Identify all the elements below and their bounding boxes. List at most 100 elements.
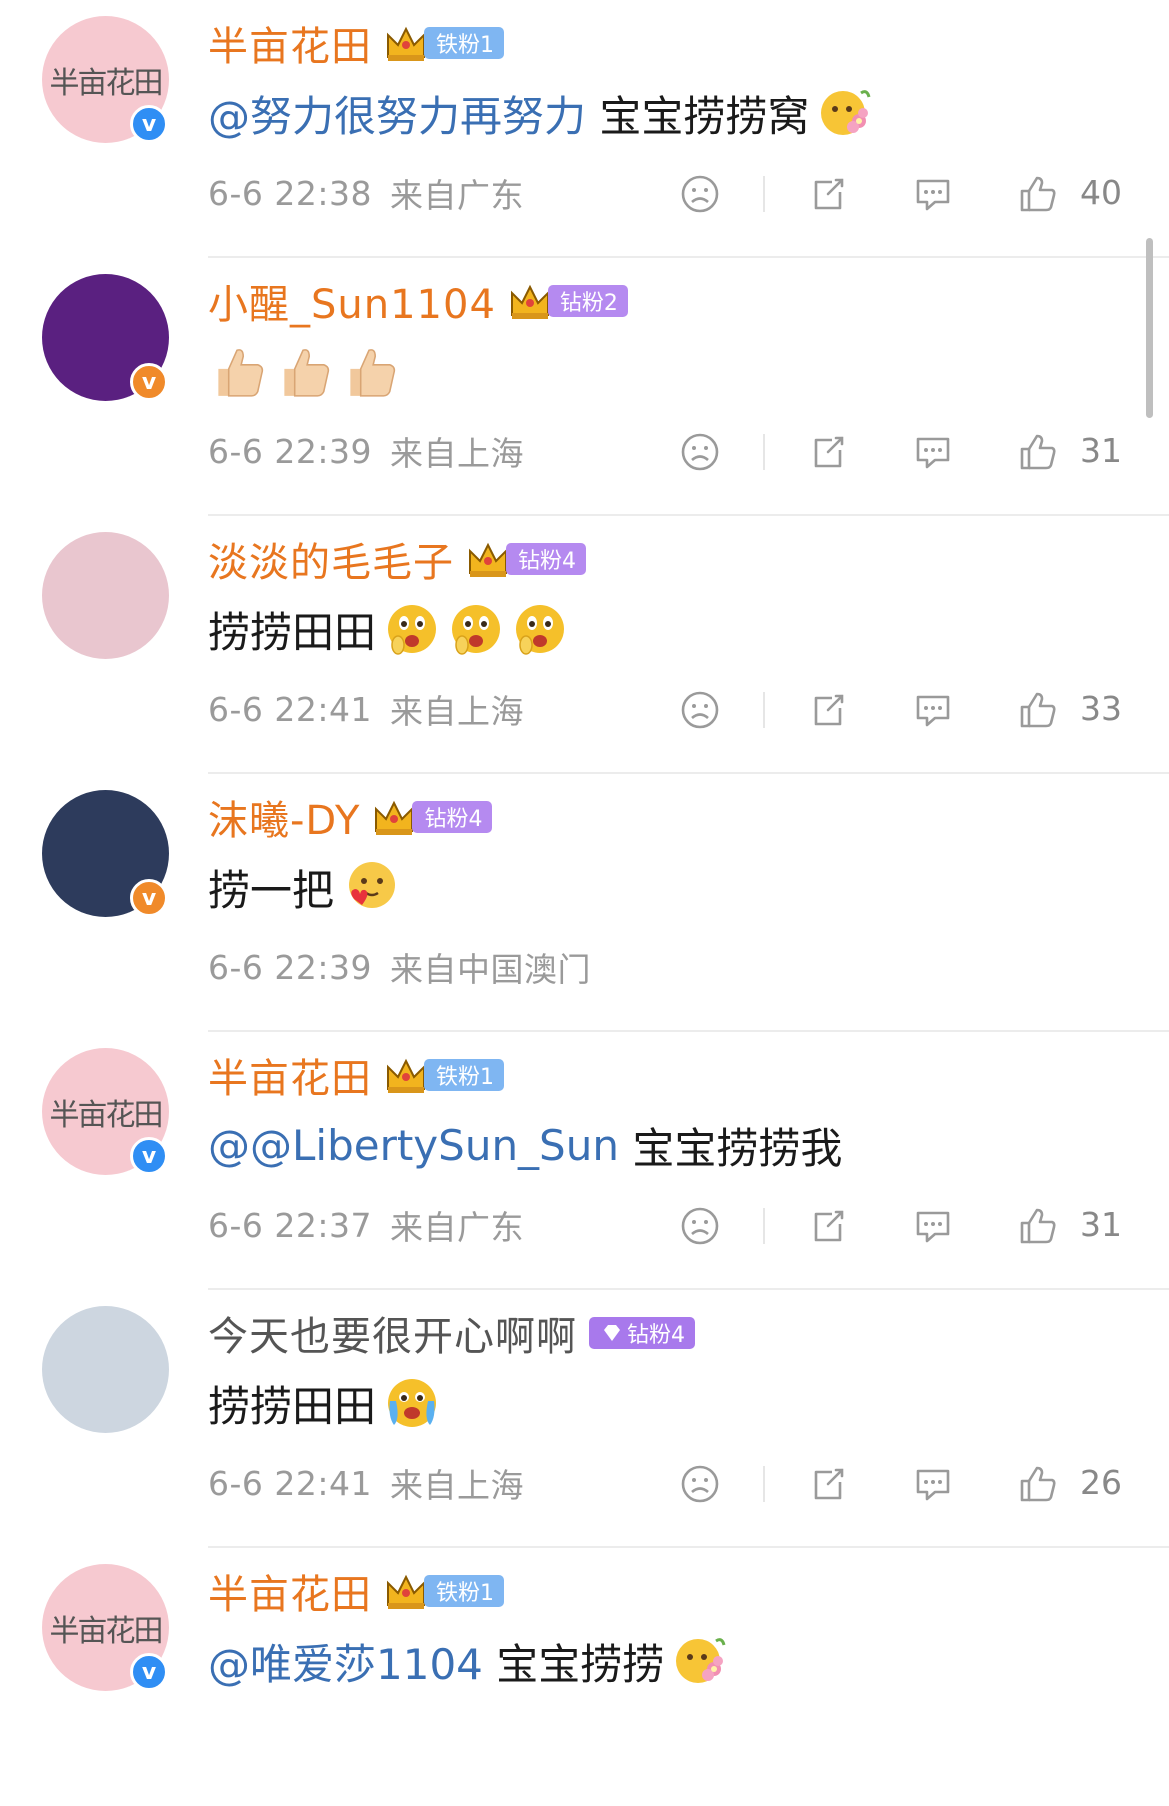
like-count: 40 xyxy=(1080,173,1122,212)
comment-item: 今天也要很开心啊啊 钻粉4 捞捞田田 6-6 22:41 来自上海 26 xyxy=(0,1290,1169,1548)
shocked-emoji xyxy=(516,605,565,655)
fan-badge-label: 钻粉4 xyxy=(424,807,483,832)
like-icon[interactable] xyxy=(1018,174,1058,214)
avatar-logo-text: 半亩花田 xyxy=(49,1613,164,1649)
fan-badge[interactable]: 铁粉1 xyxy=(424,27,504,59)
comment-body: 宝宝捞捞窝 xyxy=(586,91,810,141)
thumbs-up-emoji xyxy=(284,349,330,397)
fan-badge[interactable]: 钻粉4 xyxy=(589,1317,695,1349)
comment-actions: 40 xyxy=(0,168,1169,218)
comment-header: 淡淡的毛毛子 钻粉4 xyxy=(208,534,586,586)
fan-badge-label: 钻粉4 xyxy=(627,1323,685,1348)
shocked-emoji xyxy=(452,605,501,655)
crown-icon xyxy=(387,1574,425,1609)
comment-actions: 26 xyxy=(0,1458,1169,1508)
share-icon[interactable] xyxy=(808,432,848,472)
comment-header: 小醒_Sun1104 钻粉2 xyxy=(208,276,628,328)
avatar-logo-text: 半亩花田 xyxy=(49,1097,164,1133)
fan-badge[interactable]: 铁粉1 xyxy=(424,1575,504,1607)
mention-link[interactable]: @@LibertySun_Sun xyxy=(208,1121,619,1170)
reply-icon[interactable] xyxy=(913,1206,953,1246)
verified-badge-icon: v xyxy=(130,105,168,143)
comment-item: 半亩花田 v 半亩花田 铁粉1 @努力很努力再努力 宝宝捞捞窝 6-6 22:38 来自广东… xyxy=(0,0,1169,258)
fan-badge-label: 钻粉4 xyxy=(518,549,576,574)
comment-body: 捞捞田田 xyxy=(208,607,377,657)
flower-emoji xyxy=(676,1638,726,1683)
verified-badge-icon: v xyxy=(130,879,168,917)
fan-badge-label: 铁粉1 xyxy=(436,1065,494,1090)
divider-line xyxy=(763,176,765,212)
scrollbar[interactable] xyxy=(1146,238,1153,418)
comment-actions: 33 xyxy=(0,684,1169,734)
like-icon[interactable] xyxy=(1018,432,1058,472)
thumbs-up-emoji xyxy=(218,349,264,397)
comment-actions: 31 xyxy=(0,1200,1169,1250)
username[interactable]: 半亩花田 xyxy=(208,1562,372,1620)
dislike-icon[interactable] xyxy=(680,1464,720,1504)
thumbs-up-emoji xyxy=(350,349,396,397)
username[interactable]: 今天也要很开心啊啊 xyxy=(208,1304,577,1362)
like-icon[interactable] xyxy=(1018,690,1058,730)
comment-text xyxy=(208,340,406,402)
dislike-icon[interactable] xyxy=(680,174,720,214)
comment-body: 捞一把 xyxy=(208,865,335,915)
dislike-icon[interactable] xyxy=(680,432,720,472)
like-count: 31 xyxy=(1080,431,1122,470)
username[interactable]: 半亩花田 xyxy=(208,14,372,72)
divider-line xyxy=(763,692,765,728)
comment-text: @@LibertySun_Sun 宝宝捞捞我 xyxy=(208,1114,842,1176)
username[interactable]: 半亩花田 xyxy=(208,1046,372,1104)
like-icon[interactable] xyxy=(1018,1206,1058,1246)
share-icon[interactable] xyxy=(808,1206,848,1246)
avatar[interactable] xyxy=(42,532,169,659)
username[interactable]: 淡淡的毛毛子 xyxy=(208,530,454,588)
crown-icon xyxy=(510,284,549,319)
fan-badge-label: 铁粉1 xyxy=(436,1581,494,1606)
username[interactable]: 沫曦-DY xyxy=(208,788,360,846)
reply-icon[interactable] xyxy=(913,690,953,730)
mention-link[interactable]: @努力很努力再努力 xyxy=(208,83,586,144)
share-icon[interactable] xyxy=(808,690,848,730)
comment-text: 捞捞田田 xyxy=(208,1372,440,1434)
comment-item: v 沫曦-DY 钻粉4 捞一把 6-6 22:39 来自中国澳门 xyxy=(0,774,1169,1032)
comment-header: 半亩花田 铁粉1 xyxy=(208,1566,504,1618)
comment-header: 半亩花田 铁粉1 xyxy=(208,18,504,70)
divider-line xyxy=(763,1466,765,1502)
fan-badge[interactable]: 钻粉4 xyxy=(412,801,493,833)
flower-emoji xyxy=(821,90,871,135)
divider-line xyxy=(763,1208,765,1244)
fan-badge[interactable]: 钻粉4 xyxy=(506,543,586,575)
dislike-icon[interactable] xyxy=(680,690,720,730)
mention-link[interactable]: @唯爱莎1104 xyxy=(208,1631,483,1692)
dislike-icon[interactable] xyxy=(680,1206,720,1246)
reply-icon[interactable] xyxy=(913,432,953,472)
comment-item: 淡淡的毛毛子 钻粉4 捞捞田田 6-6 22:41 来自上海 33 xyxy=(0,516,1169,774)
fan-badge[interactable]: 钻粉2 xyxy=(547,285,628,317)
heart-emoji xyxy=(349,862,396,908)
share-icon[interactable] xyxy=(808,1464,848,1504)
comment-text: 捞捞田田 xyxy=(208,598,568,660)
comment-meta: 6-6 22:39 来自中国澳门 xyxy=(208,942,591,992)
reply-icon[interactable] xyxy=(913,1464,953,1504)
verified-badge-icon: v xyxy=(130,1653,168,1691)
crown-icon xyxy=(387,26,425,61)
username[interactable]: 小醒_Sun1104 xyxy=(208,272,496,330)
divider-line xyxy=(763,434,765,470)
timestamp: 6-6 22:39 xyxy=(208,947,372,987)
verified-badge-icon: v xyxy=(130,1137,168,1175)
location: 来自中国澳门 xyxy=(390,950,591,989)
cry-emoji xyxy=(388,1379,437,1427)
comment-item: 半亩花田 v 半亩花田 铁粉1 @@LibertySun_Sun 宝宝捞捞我 6-6 22… xyxy=(0,1032,1169,1290)
reply-icon[interactable] xyxy=(913,174,953,214)
share-icon[interactable] xyxy=(808,174,848,214)
crown-icon xyxy=(375,800,414,835)
like-count: 31 xyxy=(1080,1205,1122,1244)
gem-icon xyxy=(604,1325,620,1341)
comment-header: 半亩花田 铁粉1 xyxy=(208,1050,504,1102)
comment-text: 捞一把 xyxy=(208,856,398,918)
shocked-emoji xyxy=(388,605,437,655)
fan-badge[interactable]: 铁粉1 xyxy=(424,1059,504,1091)
avatar[interactable] xyxy=(42,1306,169,1433)
like-icon[interactable] xyxy=(1018,1464,1058,1504)
comment-header: 沫曦-DY 钻粉4 xyxy=(208,792,493,844)
